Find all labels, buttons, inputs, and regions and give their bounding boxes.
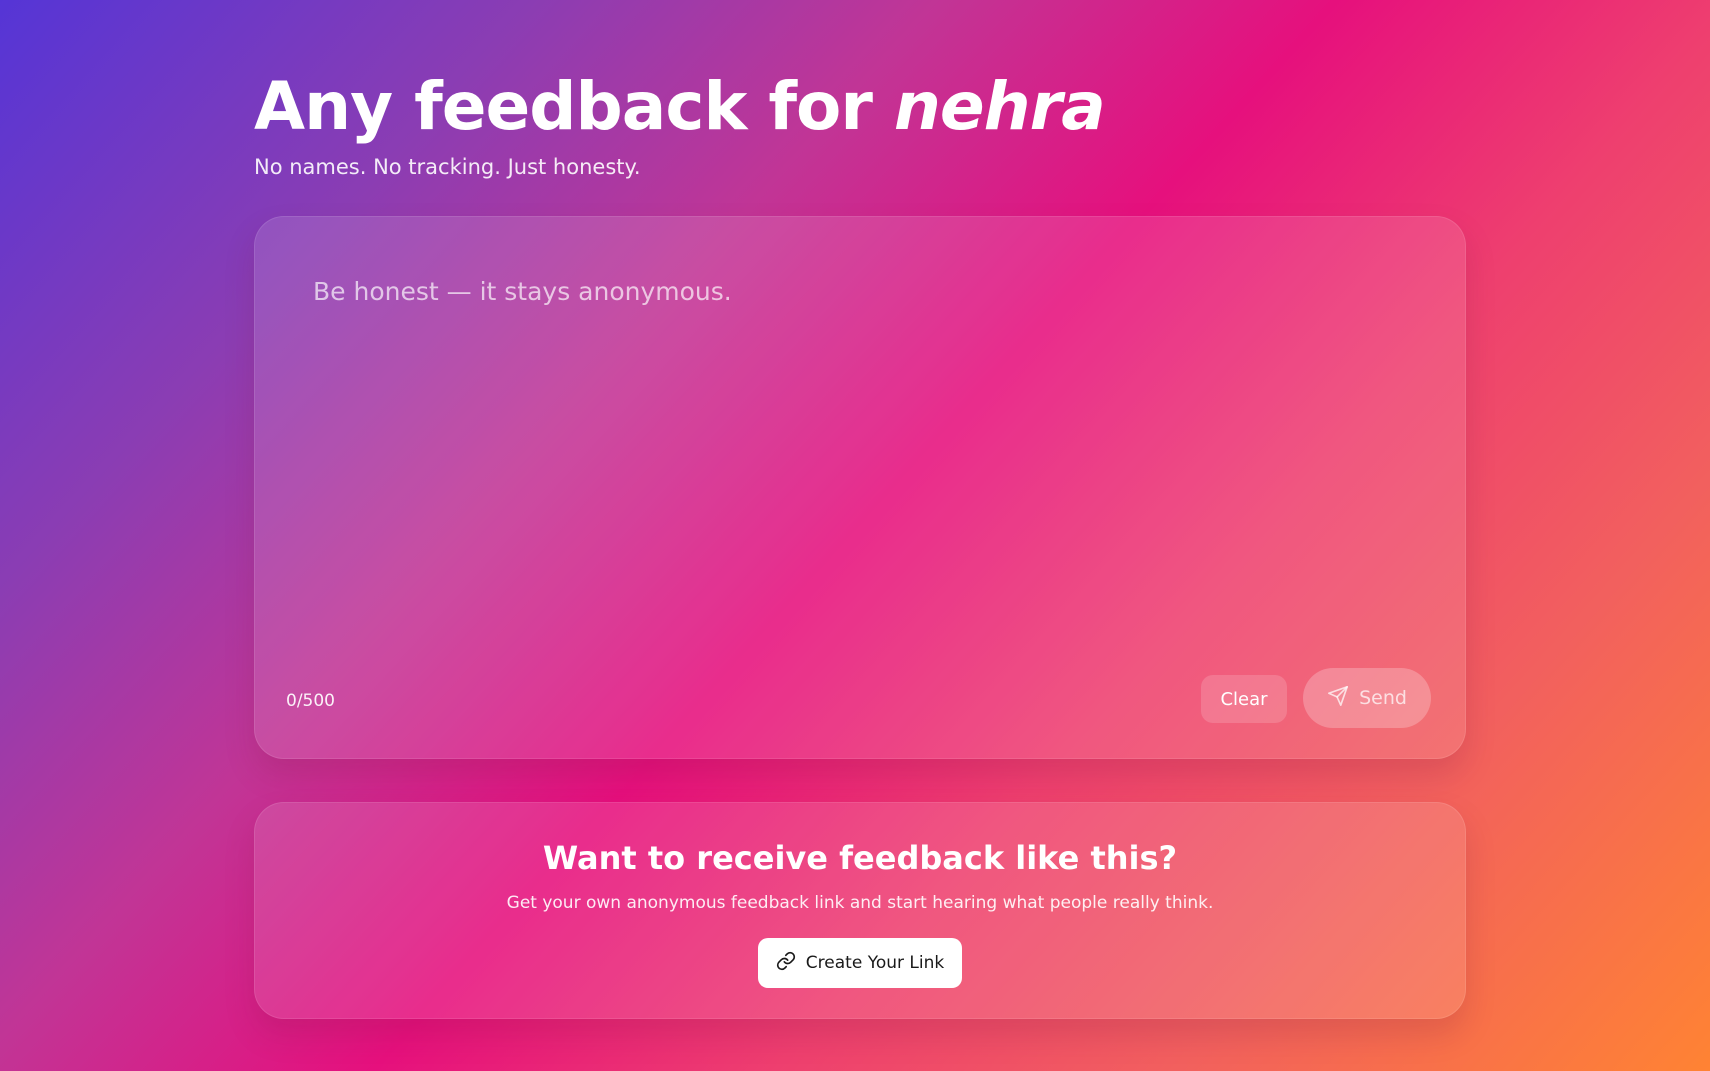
promo-title: Want to receive feedback like this? (542, 839, 1178, 877)
create-link-button[interactable]: Create Your Link (758, 938, 962, 988)
page-title: Any feedback for nehra (254, 68, 1106, 145)
promo-text: Get your own anonymous feedback link and… (506, 893, 1214, 913)
send-icon (1327, 685, 1349, 712)
link-icon (776, 951, 796, 976)
send-button[interactable]: Send (1303, 668, 1431, 728)
clear-button[interactable]: Clear (1201, 675, 1287, 723)
send-button-label: Send (1359, 687, 1407, 709)
create-link-button-label: Create Your Link (805, 953, 945, 973)
promo-card: Want to receive feedback like this? Get … (254, 802, 1466, 1019)
title-prefix: Any feedback for (254, 68, 873, 145)
feedback-composer-card: 0/500 Clear Send (254, 216, 1466, 759)
character-counter: 0/500 (286, 691, 335, 711)
clear-button-label: Clear (1220, 688, 1268, 710)
feedback-textarea[interactable] (313, 277, 1403, 637)
recipient-name: nehra (893, 68, 1106, 145)
page-subtitle: No names. No tracking. Just honesty. (254, 155, 641, 179)
